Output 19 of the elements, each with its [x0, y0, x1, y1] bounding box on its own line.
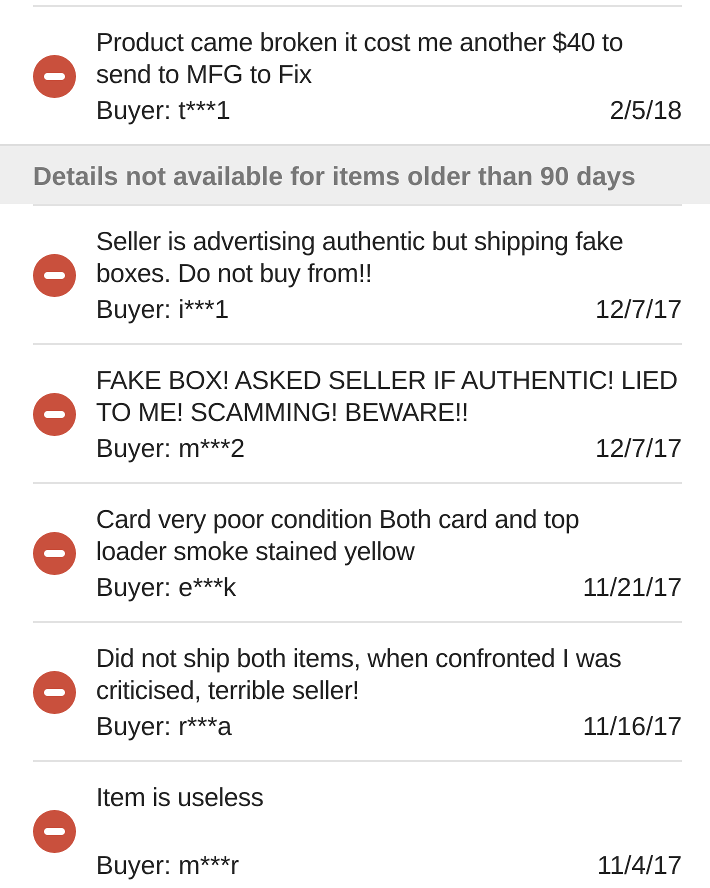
feedback-comment: Product came broken it cost me another $40 to send to MFG to Fix	[96, 26, 624, 90]
feedback-date: 12/7/17	[595, 293, 682, 325]
feedback-comment: FAKE BOX! ASKED SELLER IF AUTHENTIC! LIED TO ME! SCAMMING! BEWARE!!	[96, 364, 679, 428]
buyer-name: Buyer: e***k	[96, 571, 236, 603]
notice-banner: Details not available for items older than 90 days	[0, 144, 710, 204]
feedback-comment: Card very poor condition Both card and top loader smoke stained yellow	[96, 503, 580, 567]
feedback-comment: Seller is advertising authentic but shipping fake boxes. Do not buy from!!	[96, 225, 624, 289]
buyer-name: Buyer: m***r	[96, 849, 240, 881]
feedback-comment: Did not ship both items, when confronted I was criticised, terrible seller!	[96, 642, 622, 706]
buyer-name: Buyer: i***1	[96, 293, 229, 325]
feedback-comment: Item is useless	[96, 781, 264, 814]
feedback-date: 11/4/17	[597, 849, 682, 881]
feedback-date: 11/21/17	[582, 571, 682, 603]
buyer-name: Buyer: t***1	[96, 94, 230, 126]
buyer-name: Buyer: m***2	[96, 432, 245, 464]
buyer-name: Buyer: r***a	[96, 710, 232, 742]
feedback-date: 2/5/18	[610, 94, 682, 126]
feedback-date: 11/16/17	[582, 710, 682, 742]
feedback-date: 12/7/17	[595, 432, 682, 464]
